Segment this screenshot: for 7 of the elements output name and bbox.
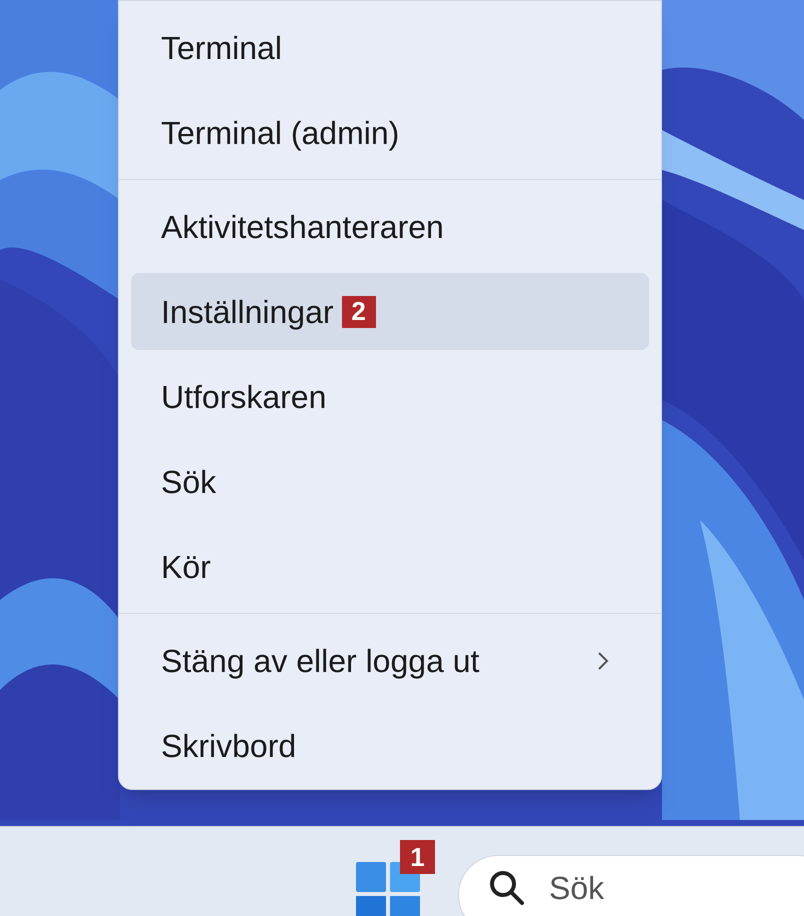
menu-item[interactable]: Inställningar 2 <box>131 273 649 350</box>
search-placeholder: Sök <box>549 869 604 908</box>
search-field[interactable]: Sök <box>458 855 804 916</box>
search-icon <box>487 868 527 908</box>
number-badge: 1 <box>400 840 435 874</box>
number-badge: 2 <box>342 296 376 328</box>
chevron-right-icon <box>597 650 609 670</box>
